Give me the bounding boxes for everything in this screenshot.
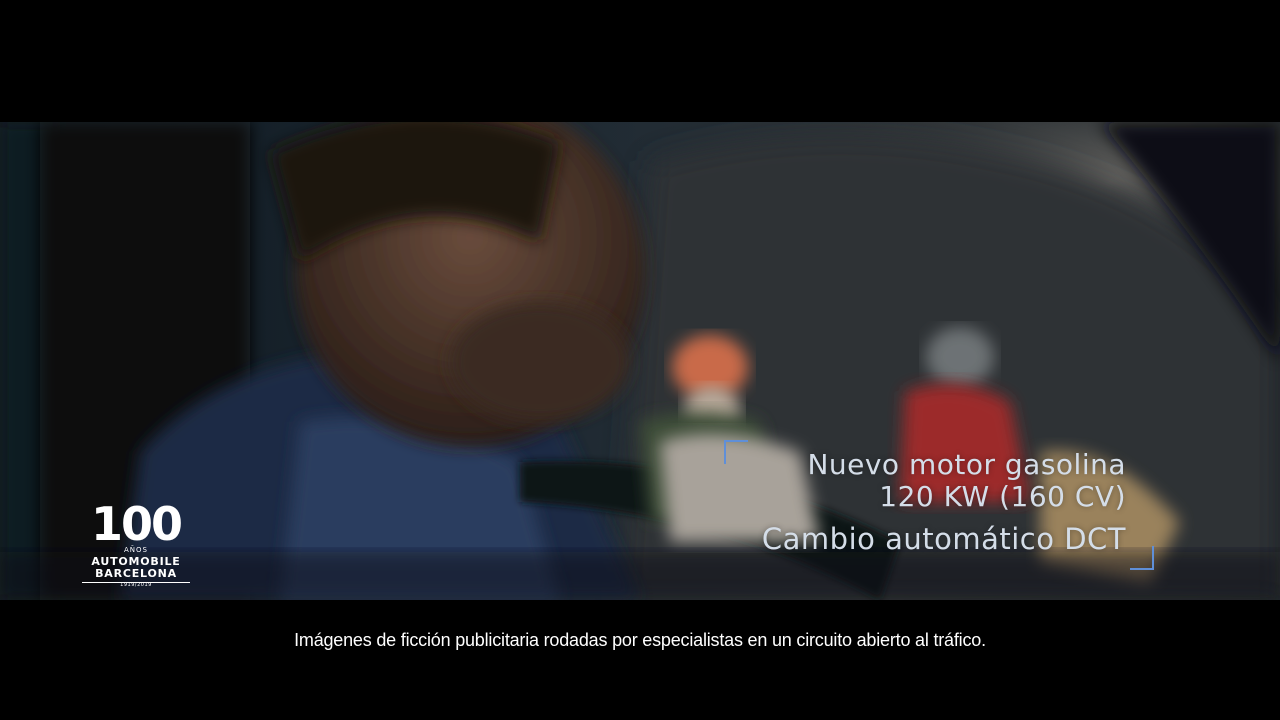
logo-line-1: AÑOS <box>124 546 148 554</box>
logo-number-graphic: 100 <box>91 500 183 546</box>
overlay-corner-bottom-right <box>1130 546 1154 570</box>
automobile-barcelona-logo: 100 AÑOS AUTOMOBILE BARCELONA 1919/2019 <box>82 500 190 592</box>
overlay-power-text: 120 KW (160 CV) <box>879 480 1126 513</box>
logo-number: 100 <box>91 500 181 546</box>
letterbox-bottom <box>0 600 1280 720</box>
overlay-gearbox-text: Cambio automático DCT <box>761 522 1126 556</box>
overlay-corner-top-left <box>724 440 748 464</box>
disclaimer-subtitle: Imágenes de ficción publicitaria rodadas… <box>294 630 986 650</box>
logo-line-4: 1919/2019 <box>120 582 152 588</box>
spec-overlay: Nuevo motor gasolina 120 KW (160 CV) Cam… <box>724 440 1154 570</box>
logo-line-3: BARCELONA <box>82 567 190 583</box>
overlay-engine-text: Nuevo motor gasolina <box>807 448 1126 481</box>
letterbox-top <box>0 0 1280 122</box>
